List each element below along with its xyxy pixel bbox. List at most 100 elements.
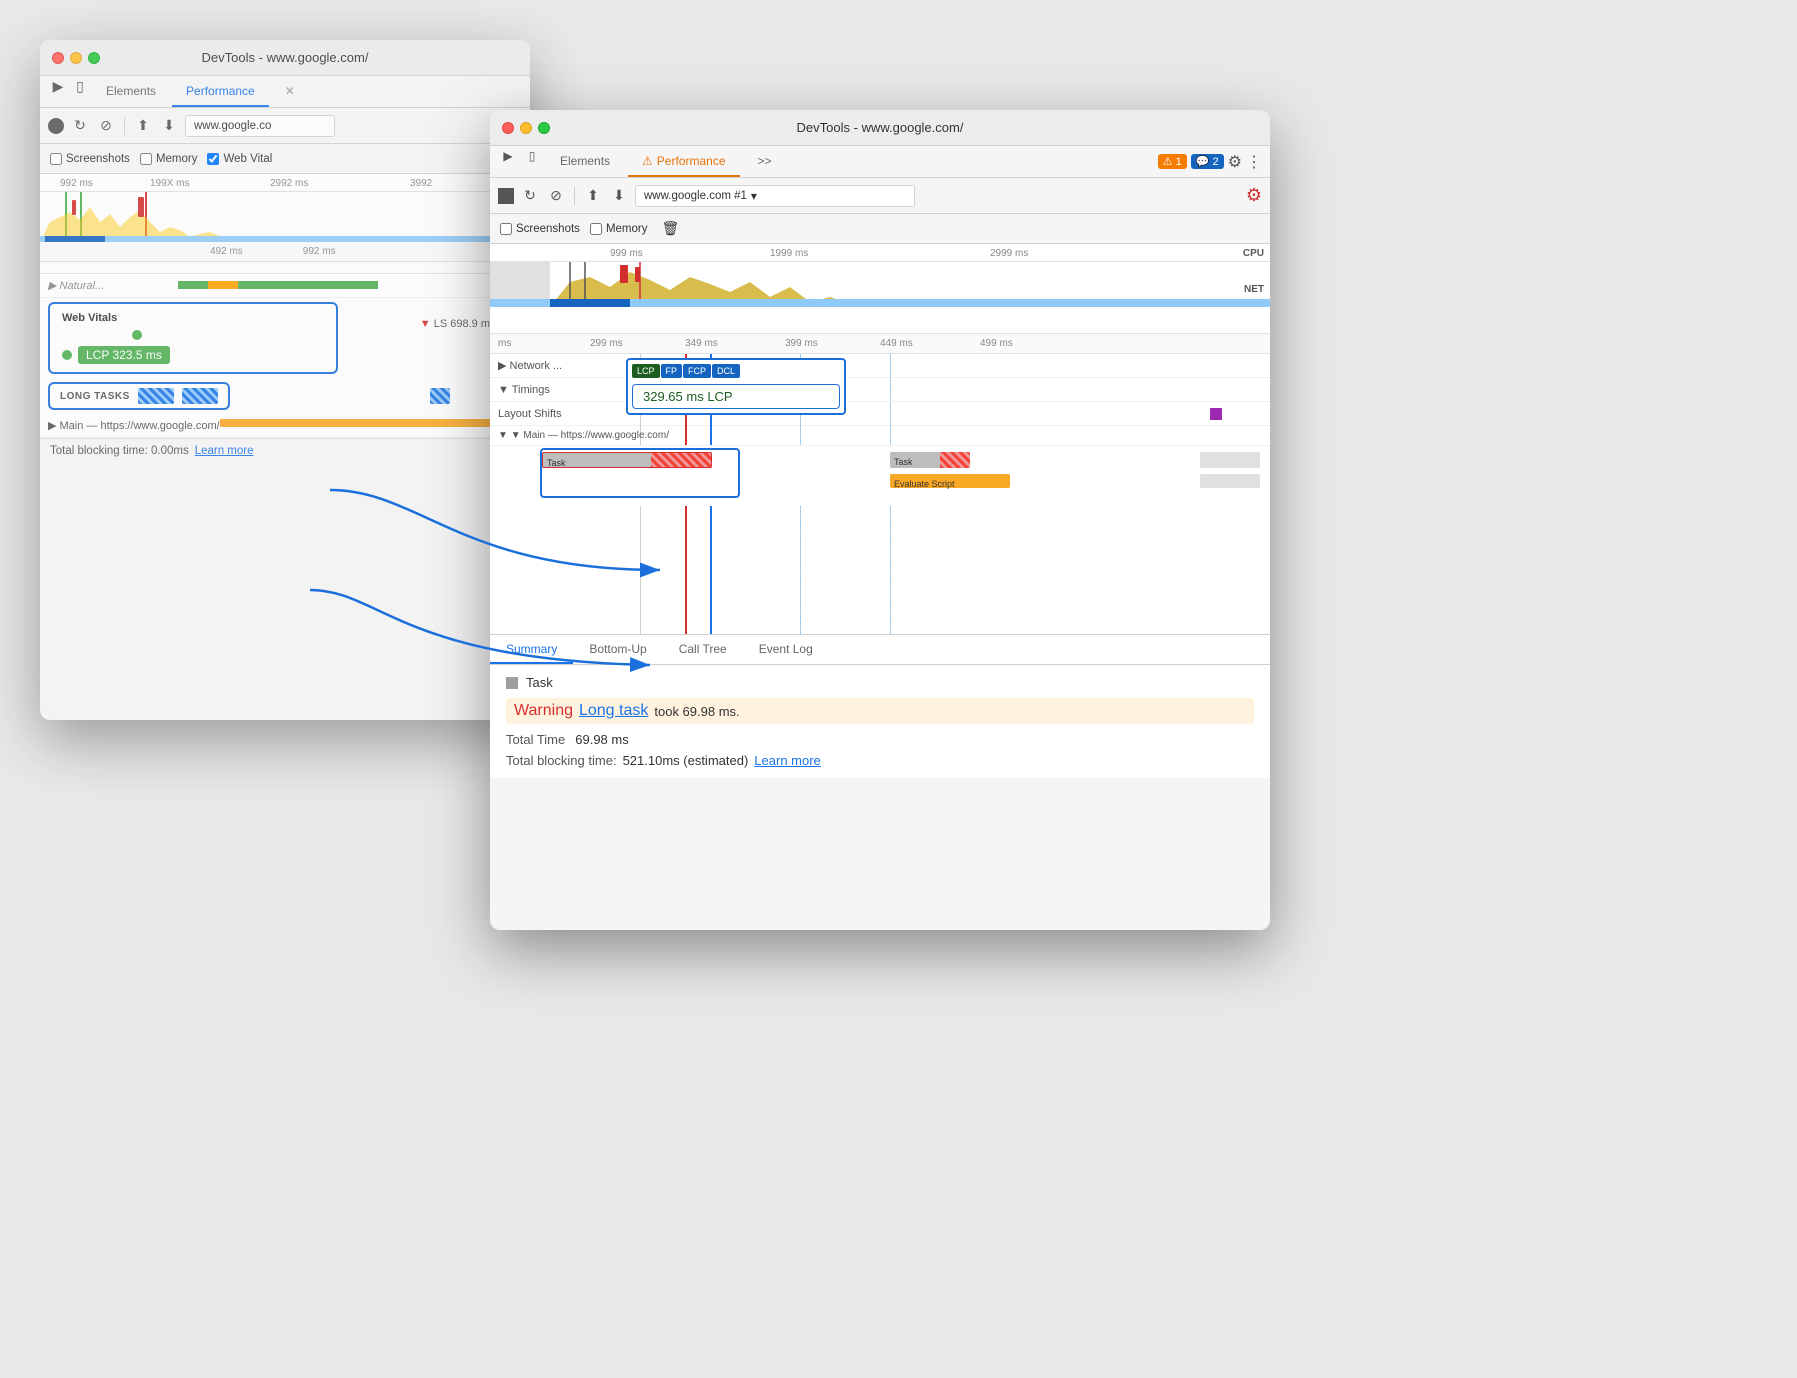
back-main-row: ▶ Main — https://www.google.com/ xyxy=(40,414,530,438)
front-timeline-area: 999 ms 1999 ms 2999 ms CPU NET xyxy=(490,244,1270,334)
front-longtask-link[interactable]: Long task xyxy=(579,702,648,720)
back-upload-icon[interactable]: ⬆ xyxy=(133,116,153,136)
front-task-bar3 xyxy=(1200,452,1260,468)
front-screenshots-checkbox[interactable]: Screenshots xyxy=(500,223,580,235)
front-more-icon[interactable]: ⋮ xyxy=(1246,152,1262,172)
front-titlebar: DevTools - www.google.com/ xyxy=(490,110,1270,146)
back-tick-4: 3992 xyxy=(410,178,432,189)
front-warning-text: took 69.98 ms. xyxy=(654,704,739,719)
back-tab-bar: ▶ ▯ Elements Performance ✕ xyxy=(40,76,530,108)
front-close-button[interactable] xyxy=(502,122,514,134)
back-memory-checkbox[interactable]: Memory xyxy=(140,153,198,165)
front-tick-999: 999 ms xyxy=(610,248,643,259)
front-timings-section: ▼ Timings LCP FP FCP DCL 329.65 ms xyxy=(490,378,1270,402)
front-stop-icon[interactable]: ⊘ xyxy=(546,186,566,206)
back-webvitals-checkbox[interactable]: Web Vital xyxy=(207,153,272,165)
back-window-title: DevTools - www.google.com/ xyxy=(202,50,369,65)
front-summary-task-title: Task xyxy=(526,675,553,690)
front-tab-calltree[interactable]: Call Tree xyxy=(663,635,743,664)
front-task-label1: Task xyxy=(543,457,570,468)
front-red-gear[interactable]: ⚙ xyxy=(1246,185,1262,206)
back-options-bar: Screenshots Memory Web Vital xyxy=(40,144,530,174)
back-stop-icon[interactable]: ⊘ xyxy=(96,116,116,136)
back-devtools-window: DevTools - www.google.com/ ▶ ▯ Elements … xyxy=(40,40,530,720)
back-tick-2: 199X ms xyxy=(150,178,189,189)
front-tab-eventlog[interactable]: Event Log xyxy=(743,635,829,664)
front-tab-performance[interactable]: ⚠ Performance xyxy=(628,146,739,177)
back-tick-992: 992 ms xyxy=(303,246,336,257)
back-download-icon[interactable]: ⬇ xyxy=(159,116,179,136)
front-options-bar: Screenshots Memory 🗑 xyxy=(490,214,1270,244)
back-layers-icon[interactable]: ▯ xyxy=(70,76,90,96)
front-blocking-value: 521.10ms (estimated) xyxy=(623,753,749,768)
back-timeline-area: 992 ms 199X ms 2992 ms 3992 xyxy=(40,174,530,274)
front-minimize-button[interactable] xyxy=(520,122,532,134)
front-task-stripe2 xyxy=(940,452,970,468)
front-upload-icon[interactable]: ⬆ xyxy=(583,186,603,206)
front-download-icon[interactable]: ⬇ xyxy=(609,186,629,206)
front-url-bar: www.google.com #1 ▾ xyxy=(635,185,915,207)
back-maximize-button[interactable] xyxy=(88,52,100,64)
back-minimize-button[interactable] xyxy=(70,52,82,64)
back-tracks: ▶ Natural... Web Vitals LCP 323.5 ms xyxy=(40,274,530,438)
front-memory-checkbox[interactable]: Memory xyxy=(590,223,648,235)
front-task-bar2: Task xyxy=(890,452,970,468)
front-reload-icon[interactable]: ↻ xyxy=(520,186,540,206)
front-detail-tick-ms: ms xyxy=(498,338,511,349)
front-url-dropdown-icon[interactable]: ▾ xyxy=(751,189,757,203)
back-network-label: ▶ Natural... xyxy=(48,279,178,292)
front-tab-summary[interactable]: Summary xyxy=(490,635,573,664)
front-layers-icon[interactable]: ▯ xyxy=(522,146,542,166)
front-gear-icon[interactable]: ⚙ xyxy=(1228,152,1242,172)
front-tab-more[interactable]: >> xyxy=(744,146,786,177)
front-comment-badge: 💬 2 xyxy=(1191,154,1224,169)
back-network-bar xyxy=(178,281,378,289)
front-record-icon[interactable] xyxy=(498,188,514,204)
front-tab-bottomup[interactable]: Bottom-Up xyxy=(573,635,662,664)
front-timing-bars: LCP FP FCP DCL xyxy=(632,364,840,378)
back-ls-label: ▼ LS 698.9 m xyxy=(420,318,490,330)
back-reload-icon[interactable]: ↻ xyxy=(70,116,90,136)
front-detail-tick-499: 499 ms xyxy=(980,338,1013,349)
front-ruler: 999 ms 1999 ms 2999 ms CPU xyxy=(490,244,1270,262)
front-task-bar1: Task xyxy=(542,452,712,468)
front-fcp-bar: FCP xyxy=(683,364,711,378)
back-webvitals-box: Web Vitals LCP 323.5 ms xyxy=(48,302,338,374)
front-bottom-panel: Summary Bottom-Up Call Tree Event Log Ta… xyxy=(490,634,1270,778)
back-cpu-svg xyxy=(40,192,530,242)
back-tick-3: 2992 ms xyxy=(270,178,308,189)
back-cursor-icon[interactable]: ▶ xyxy=(48,76,68,96)
front-task-stripe1 xyxy=(651,453,711,468)
front-tick-1999: 1999 ms xyxy=(770,248,808,259)
front-summary-content: Task Warning Long task took 69.98 ms. To… xyxy=(490,665,1270,778)
back-main-label: ▶ Main — https://www.google.com/ xyxy=(48,419,220,432)
back-tab-elements[interactable]: Elements xyxy=(92,76,170,107)
front-maximize-button[interactable] xyxy=(538,122,550,134)
front-badges: ⚠ 1 💬 2 ⚙ ⋮ xyxy=(1158,146,1262,177)
back-ruler: 992 ms 199X ms 2992 ms 3992 xyxy=(40,174,530,192)
back-network-content xyxy=(178,278,522,294)
back-tick-1: 992 ms xyxy=(60,178,93,189)
back-screenshots-checkbox[interactable]: Screenshots xyxy=(50,153,130,165)
front-evaluate-bar: Evaluate Script xyxy=(890,474,1010,488)
front-learn-more-link[interactable]: Learn more xyxy=(754,753,820,768)
back-blocking-time: Total blocking time: 0.00ms xyxy=(50,445,189,457)
back-record-icon[interactable] xyxy=(48,118,64,134)
back-learn-more-link[interactable]: Learn more xyxy=(195,445,254,457)
front-settings-icon[interactable]: ⚙ xyxy=(1246,185,1262,205)
back-cpu-graph xyxy=(40,192,530,242)
back-longtasks-title: LONG TASKS xyxy=(60,391,130,402)
front-network-label: ▶ Network ... xyxy=(498,359,628,372)
front-cursor-icon[interactable]: ▶ xyxy=(498,146,518,166)
back-close-button[interactable] xyxy=(52,52,64,64)
front-trash-icon[interactable]: 🗑 xyxy=(661,220,679,237)
front-total-time-value: 69.98 ms xyxy=(575,732,628,747)
back-traffic-lights xyxy=(52,52,100,64)
back-tab-close[interactable]: ✕ xyxy=(271,76,309,107)
back-url-bar: www.google.co xyxy=(185,115,335,137)
front-tab-elements[interactable]: Elements xyxy=(546,146,624,177)
back-tab-performance[interactable]: Performance xyxy=(172,76,269,107)
back-longtask-bar1 xyxy=(138,388,174,404)
back-webvitals-title: Web Vitals xyxy=(62,312,324,324)
front-main-label: ▼ ▼ Main — https://www.google.com/ xyxy=(498,430,669,441)
